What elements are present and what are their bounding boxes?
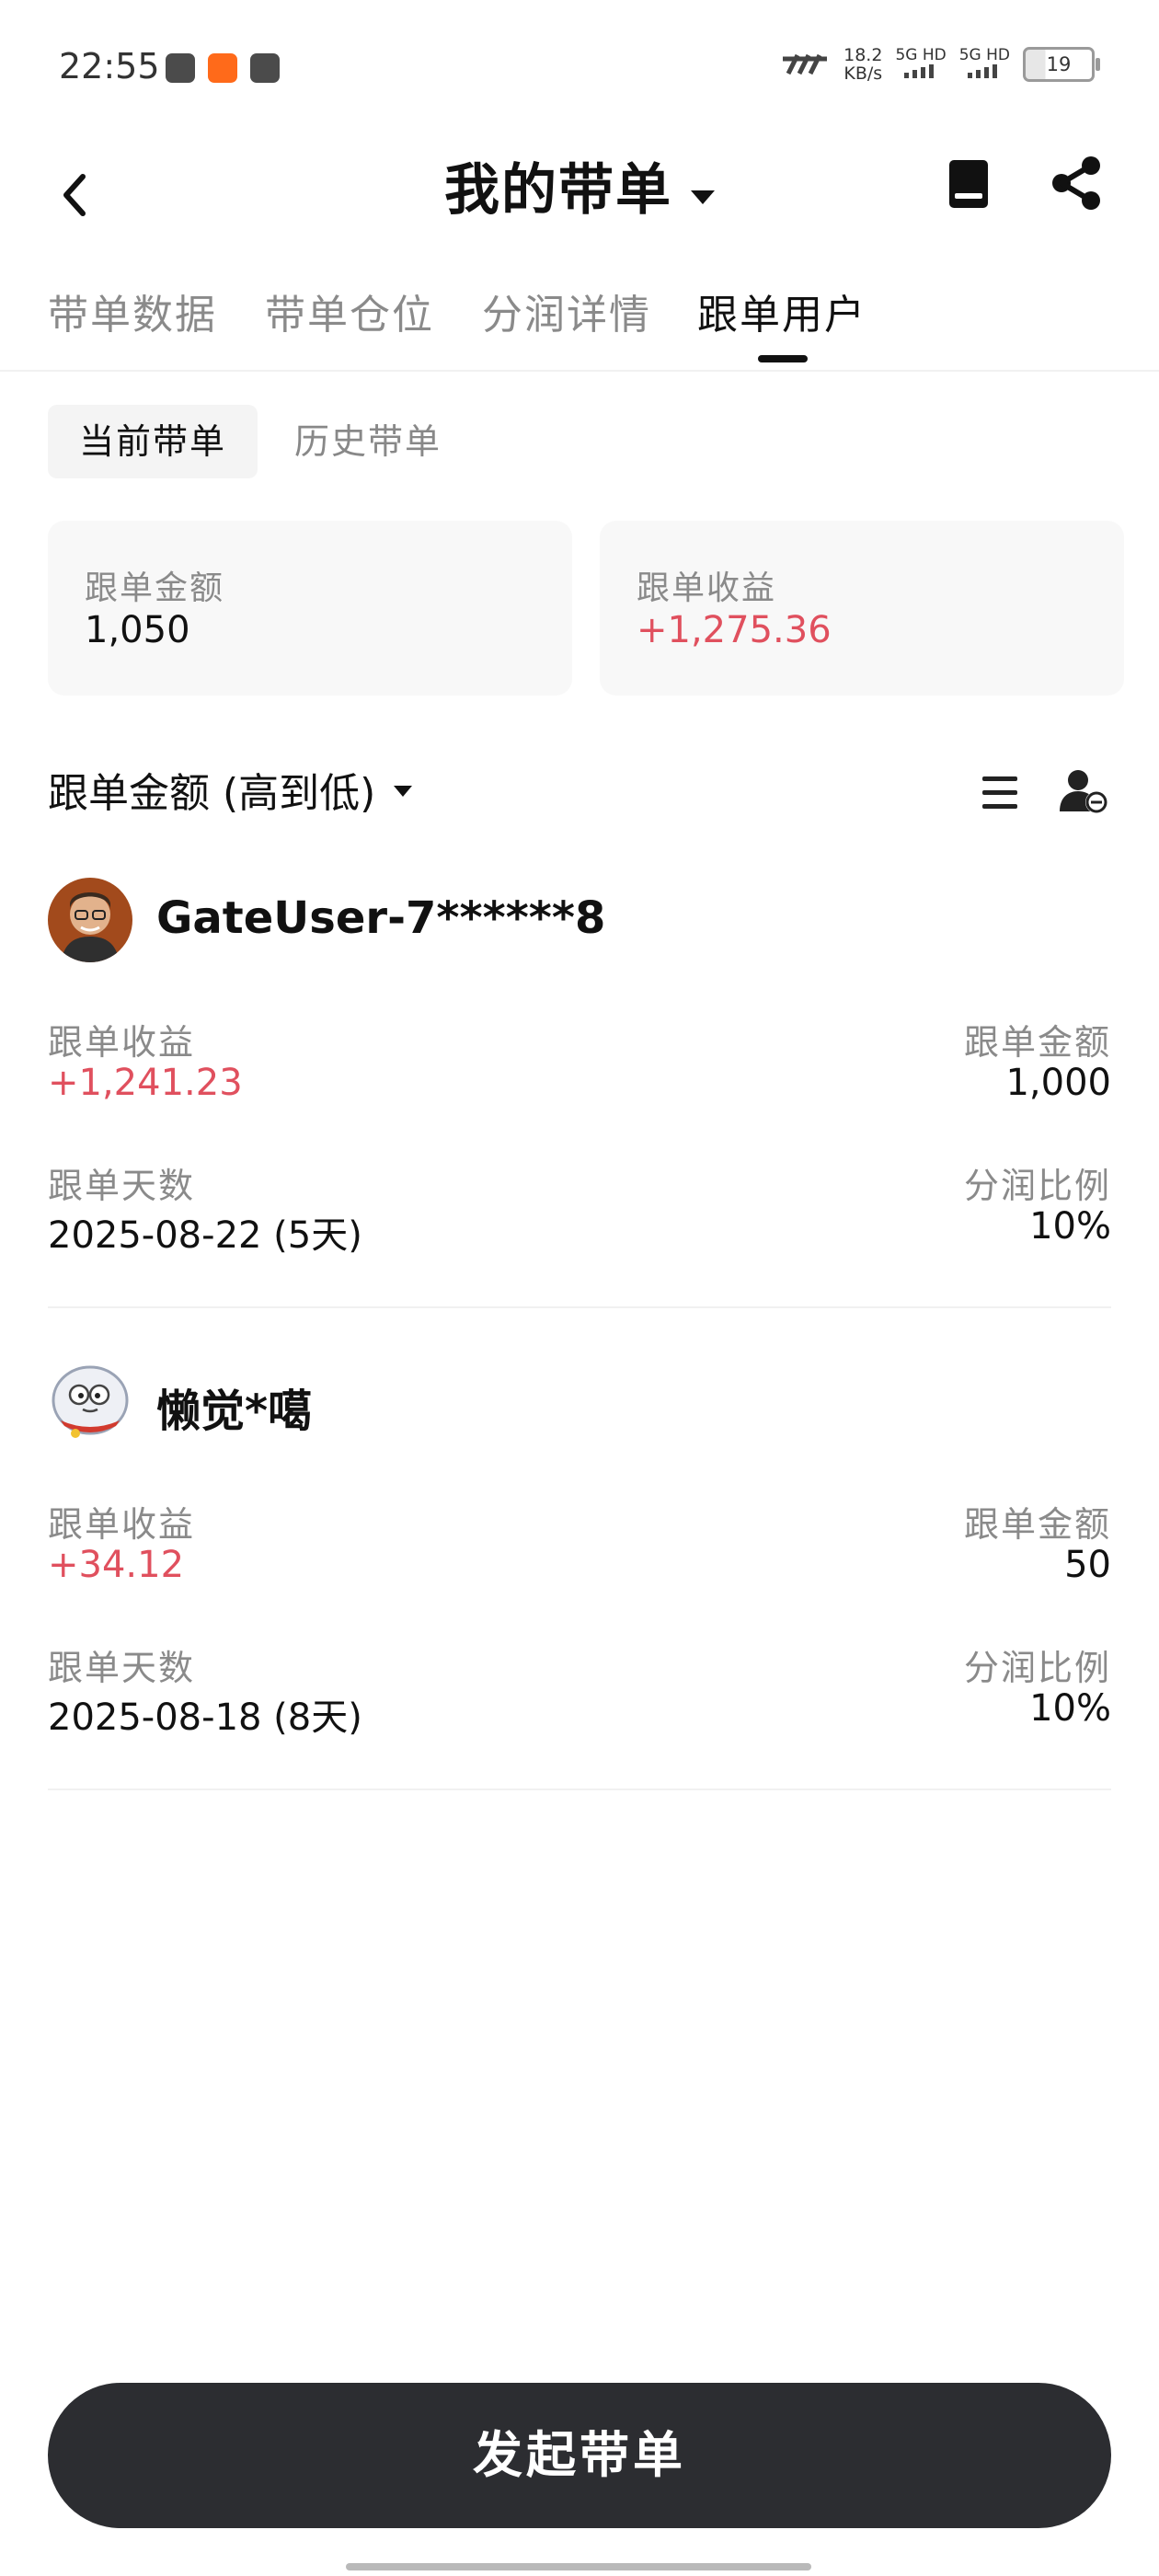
days-label: 跟单天数 — [48, 1648, 196, 1688]
tab-lead-data[interactable]: 带单数据 — [48, 282, 217, 340]
summary-profit-card: 跟单收益 +1,275.36 — [600, 521, 1124, 696]
tab-bar: 带单数据 带单仓位 分润详情 跟单用户 — [0, 267, 1159, 372]
user-name: GateUser-7******8 — [156, 892, 606, 944]
summary-amount-label: 跟单金额 — [85, 569, 225, 607]
divider — [48, 1306, 1111, 1308]
subtab-current[interactable]: 当前带单 — [48, 405, 258, 478]
home-indicator[interactable] — [346, 2563, 811, 2570]
ratio-label: 分润比例 — [963, 1648, 1111, 1688]
profit-label: 跟单收益 — [48, 1022, 196, 1063]
follower-item[interactable]: 懒觉*噶 跟单收益 +34.12 跟单金额 50 跟单天数 2025-08-18… — [48, 1360, 1111, 1838]
days-value: 2025-08-22 (5天) — [48, 1214, 362, 1257]
amount-value: 50 — [1064, 1544, 1111, 1586]
avatar — [48, 878, 132, 962]
tab-lead-positions[interactable]: 带单仓位 — [265, 282, 434, 340]
profit-label: 跟单收益 — [48, 1504, 196, 1545]
status-time: 22:55 — [59, 46, 160, 86]
battery-icon: 19 — [1023, 47, 1100, 82]
avatar — [48, 1360, 132, 1444]
summary-profit-value: +1,275.36 — [637, 609, 832, 651]
days-label: 跟单天数 — [48, 1166, 196, 1206]
taobao-app-icon — [208, 53, 237, 83]
profit-value: +1,241.23 — [48, 1062, 243, 1104]
sort-dropdown[interactable]: 跟单金额 (高到低) — [48, 760, 375, 819]
divider — [48, 1788, 1111, 1790]
net-speed: 18.2 KB/s — [843, 46, 882, 83]
summary-amount-value: 1,050 — [85, 609, 190, 651]
ratio-value: 10% — [1029, 1687, 1111, 1730]
share-icon[interactable] — [1049, 151, 1104, 215]
nav-bar: 我的带单 — [0, 138, 1159, 258]
shop-app-icon — [166, 53, 195, 83]
signal-bars-icon — [904, 64, 935, 78]
vivo-app-icon — [250, 53, 280, 83]
remove-user-icon[interactable] — [1058, 765, 1109, 817]
ratio-value: 10% — [1029, 1205, 1111, 1248]
amount-label: 跟单金额 — [963, 1504, 1111, 1545]
status-right: 18.2 KB/s 5G HD 5G HD 19 — [781, 46, 1100, 83]
start-lead-button[interactable]: 发起带单 — [48, 2383, 1111, 2528]
network-icon — [783, 53, 828, 75]
chevron-down-icon — [691, 190, 715, 204]
net-speed-unit: KB/s — [843, 63, 883, 84]
follower-item[interactable]: GateUser-7******8 跟单收益 +1,241.23 跟单金额 1,… — [48, 878, 1111, 1356]
subtab-history[interactable]: 历史带单 — [263, 405, 473, 478]
signal-1-label: 5G HD — [895, 46, 947, 64]
amount-value: 1,000 — [1005, 1062, 1111, 1104]
days-value: 2025-08-18 (8天) — [48, 1696, 362, 1739]
tab-profit-share-details[interactable]: 分润详情 — [482, 282, 651, 340]
status-bar: 22:55 18.2 KB/s 5G HD 5G HD 19 — [0, 0, 1159, 138]
user-name: 懒觉*噶 — [156, 1386, 313, 1437]
ratio-label: 分润比例 — [963, 1166, 1111, 1206]
signal-2: 5G HD — [959, 47, 1010, 82]
tab-followers[interactable]: 跟单用户 — [697, 282, 866, 340]
book-icon[interactable] — [946, 156, 992, 212]
summary-profit-label: 跟单收益 — [637, 569, 777, 607]
net-speed-value: 18.2 — [843, 45, 883, 65]
signal-2-label: 5G HD — [958, 46, 1010, 64]
signal-bars-icon — [968, 64, 998, 78]
list-view-icon[interactable] — [979, 773, 1021, 813]
active-tab-indicator — [758, 355, 808, 362]
summary-amount-card: 跟单金额 1,050 — [48, 521, 572, 696]
page-title: 我的带单 — [444, 158, 672, 223]
amount-label: 跟单金额 — [963, 1022, 1111, 1063]
chevron-down-icon — [394, 786, 412, 797]
profit-value: +34.12 — [48, 1544, 185, 1586]
signal-1: 5G HD — [895, 46, 947, 82]
sort-bar: 跟单金额 (高到低) — [48, 754, 1115, 828]
